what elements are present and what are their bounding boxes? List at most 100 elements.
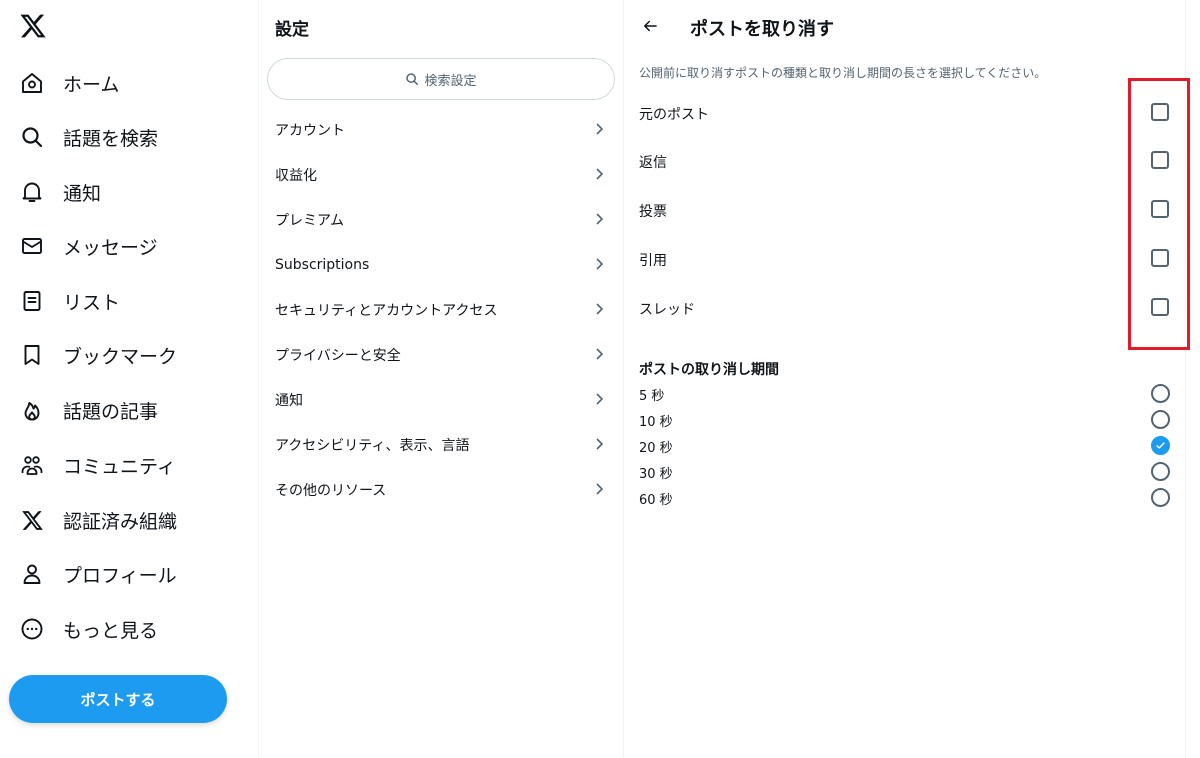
page-description: 公開前に取り消すポストの種類と取り消し期間の長さを選択してください。: [639, 66, 1047, 80]
chevron-right-icon: [596, 393, 604, 405]
back-button[interactable]: [638, 14, 662, 38]
nav-item-label: もっと見る: [63, 619, 159, 642]
period-option-60s[interactable]: 60 秒: [624, 484, 1186, 510]
nav-item-notifications[interactable]: 通知: [18, 174, 101, 210]
arrow-left-icon: [644, 20, 657, 32]
settings-item-premium[interactable]: プレミアム: [259, 197, 623, 242]
post-type-reply[interactable]: 返信: [624, 141, 1186, 181]
nav-item-label: 通知: [63, 182, 102, 205]
more-icon: [18, 615, 46, 643]
chevron-right-icon: [596, 213, 604, 225]
nav-item-communities[interactable]: コミュニティ: [18, 447, 176, 483]
checkbox-label: 引用: [639, 253, 667, 269]
settings-item-label: アカウント: [275, 122, 345, 139]
settings-item-privacy[interactable]: プライバシーと安全: [259, 332, 623, 377]
checkbox[interactable]: [1151, 151, 1169, 169]
check-icon: [1156, 442, 1165, 449]
nav-item-home[interactable]: ホーム: [18, 65, 119, 101]
checkbox-label: 返信: [639, 155, 667, 171]
chevron-right-icon: [596, 258, 604, 270]
checkbox[interactable]: [1151, 249, 1169, 267]
checkbox-label: 元のポスト: [639, 107, 709, 123]
radio-label: 20 秒: [639, 441, 673, 456]
mail-icon: [18, 232, 46, 260]
settings-item-label: プライバシーと安全: [275, 347, 401, 364]
radio-button[interactable]: [1151, 384, 1170, 403]
page-title: ポストを取り消す: [690, 19, 834, 40]
settings-item-security[interactable]: セキュリティとアカウントアクセス: [259, 287, 623, 332]
nav-item-messages[interactable]: メッセージ: [18, 228, 158, 264]
nav-item-more[interactable]: もっと見る: [18, 611, 158, 647]
period-option-30s[interactable]: 30 秒: [624, 458, 1186, 484]
period-section-title: ポストの取り消し期間: [639, 362, 779, 378]
nav-item-bookmarks[interactable]: ブックマーク: [18, 337, 177, 373]
settings-item-label: セキュリティとアカウントアクセス: [275, 302, 498, 319]
flame-icon: [18, 396, 46, 424]
list-icon: [18, 287, 46, 315]
radio-button[interactable]: [1151, 410, 1170, 429]
settings-item-label: プレミアム: [275, 212, 345, 229]
checkbox-label: 投票: [639, 204, 667, 220]
checkbox[interactable]: [1151, 103, 1169, 121]
chevron-right-icon: [596, 123, 604, 135]
settings-item-monetization[interactable]: 収益化: [259, 152, 623, 197]
checkbox[interactable]: [1151, 200, 1169, 218]
settings-item-label: 通知: [275, 392, 303, 409]
post-type-poll[interactable]: 投票: [624, 190, 1186, 230]
radio-label: 10 秒: [639, 415, 673, 430]
bookmark-icon: [18, 341, 46, 369]
nav-item-articles[interactable]: 話題の記事: [18, 392, 158, 428]
settings-item-resources[interactable]: その他のリソース: [259, 467, 623, 512]
profile-icon: [18, 560, 46, 588]
period-option-5s[interactable]: 5 秒: [624, 380, 1186, 406]
nav-item-label: ブックマーク: [63, 345, 178, 368]
bell-icon: [18, 178, 46, 206]
post-type-thread[interactable]: スレッド: [624, 288, 1186, 328]
settings-item-label: 収益化: [275, 167, 317, 184]
nav-item-label: ホーム: [63, 73, 120, 96]
post-type-original[interactable]: 元のポスト: [624, 93, 1186, 133]
radio-label: 60 秒: [639, 493, 673, 508]
period-option-20s[interactable]: 20 秒: [624, 432, 1186, 458]
nav-item-label: コミュニティ: [63, 455, 176, 478]
nav-item-label: 話題の記事: [63, 400, 159, 423]
settings-item-label: アクセシビリティ、表示、言語: [275, 437, 470, 454]
settings-search-input[interactable]: 検索設定: [267, 58, 615, 100]
settings-item-label: Subscriptions: [275, 256, 370, 273]
nav-item-lists[interactable]: リスト: [18, 283, 120, 319]
settings-item-subscriptions[interactable]: Subscriptions: [259, 242, 623, 287]
search-placeholder: 検索設定: [424, 73, 477, 89]
period-option-10s[interactable]: 10 秒: [624, 406, 1186, 432]
checkbox[interactable]: [1151, 298, 1169, 316]
nav-item-label: メッセージ: [63, 236, 158, 259]
nav-item-label: 話題を検索: [63, 127, 159, 150]
radio-button[interactable]: [1151, 488, 1170, 507]
nav-item-profile[interactable]: プロフィール: [18, 556, 177, 592]
chevron-right-icon: [596, 303, 604, 315]
radio-button-selected[interactable]: [1151, 436, 1170, 455]
x-logo-icon: [18, 506, 46, 534]
search-icon: [18, 123, 46, 151]
post-button[interactable]: ポストする: [9, 675, 227, 723]
chevron-right-icon: [596, 348, 604, 360]
detail-column: ポストを取り消す 公開前に取り消すポストの種類と取り消し期間の長さを選択してくだ…: [624, 0, 1186, 758]
left-nav: ホーム 話題を検索 通知 メッセージ リスト ブックマーク 話題の記事 コミュニ…: [0, 0, 259, 758]
settings-item-accessibility[interactable]: アクセシビリティ、表示、言語: [259, 422, 623, 467]
nav-item-label: リスト: [63, 291, 121, 314]
settings-item-notifications[interactable]: 通知: [259, 377, 623, 422]
post-type-quote[interactable]: 引用: [624, 239, 1186, 279]
radio-label: 30 秒: [639, 467, 673, 482]
settings-item-account[interactable]: アカウント: [259, 107, 623, 152]
nav-item-label: プロフィール: [63, 564, 177, 587]
chevron-right-icon: [596, 438, 604, 450]
settings-item-label: その他のリソース: [275, 482, 387, 499]
nav-item-label: 認証済み組織: [63, 510, 178, 533]
radio-button[interactable]: [1151, 462, 1170, 481]
nav-item-verified-orgs[interactable]: 認証済み組織: [18, 502, 177, 538]
chevron-right-icon: [596, 483, 604, 495]
x-logo-icon[interactable]: [19, 12, 47, 40]
nav-item-explore[interactable]: 話題を検索: [18, 119, 158, 155]
checkbox-label: スレッド: [639, 302, 695, 318]
settings-column: 設定 検索設定 アカウント 収益化 プレミアム Subscriptions セキ…: [259, 0, 624, 758]
chevron-right-icon: [596, 168, 604, 180]
